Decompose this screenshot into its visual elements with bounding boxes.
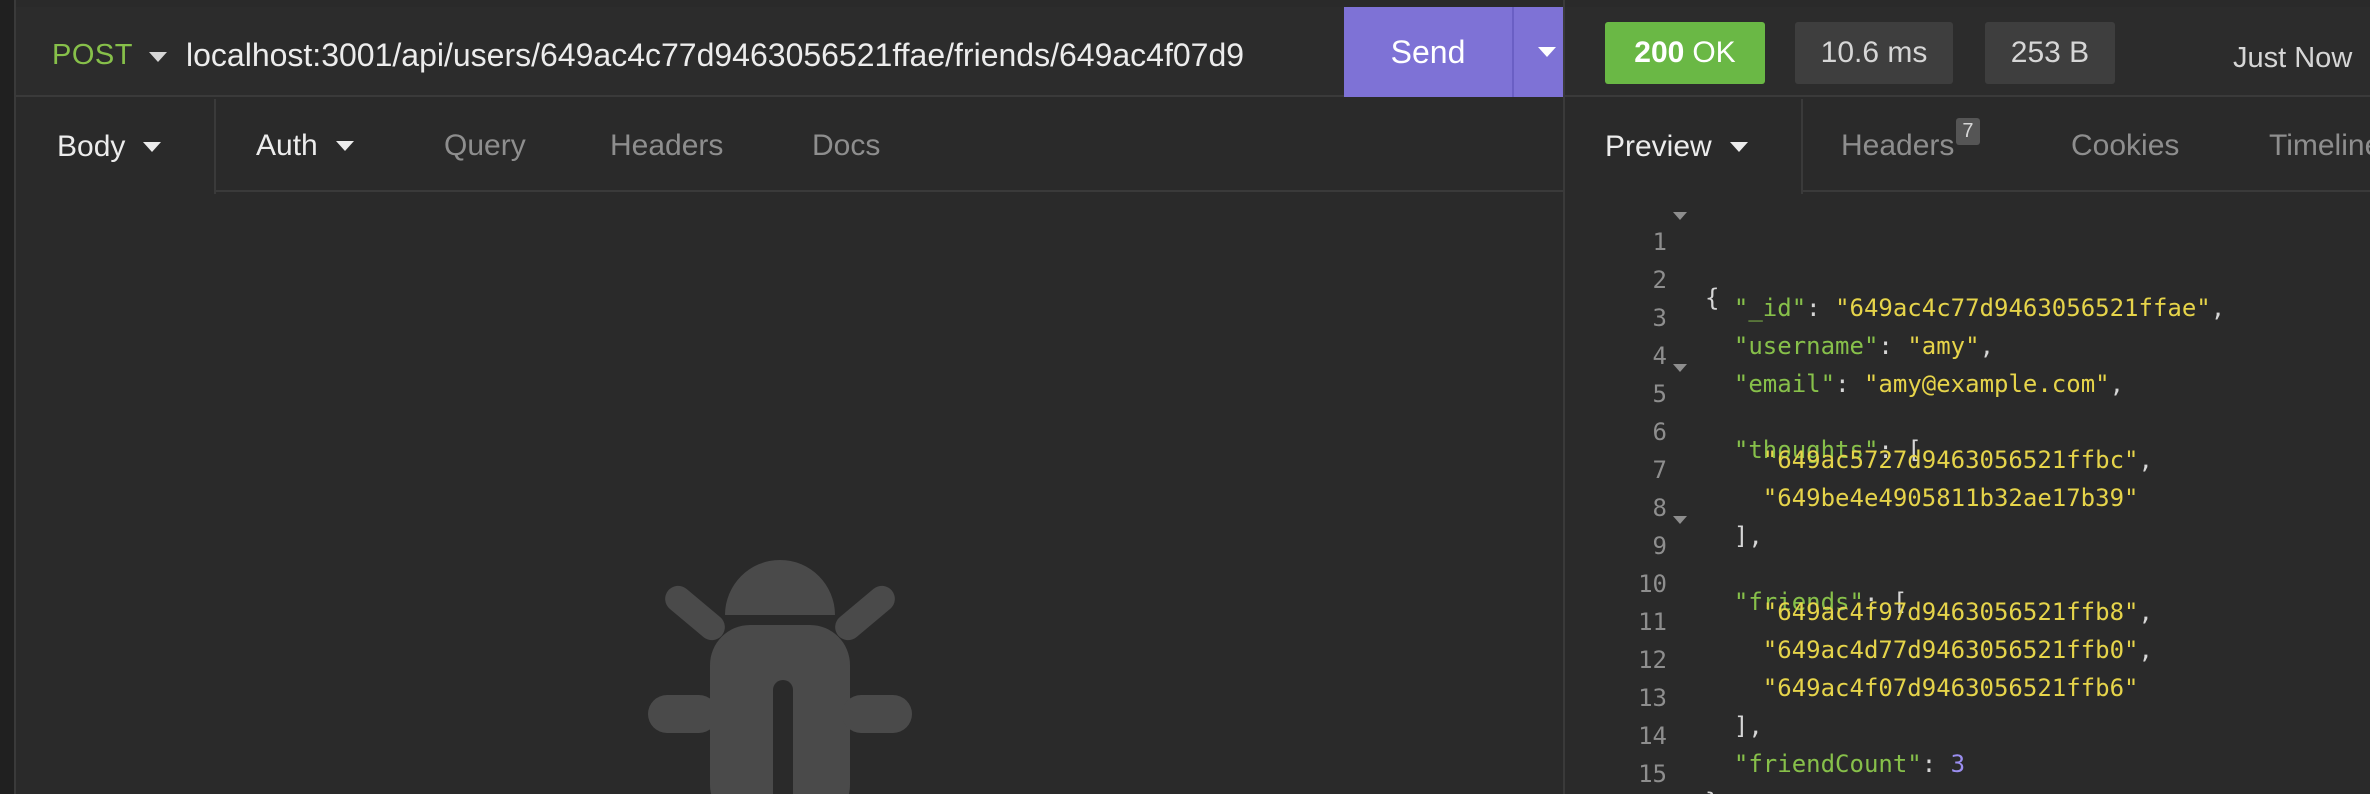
code-line: 8 ],: [1565, 466, 2370, 550]
tab-headers[interactable]: Headers: [610, 99, 723, 192]
code-line: 6 "649ac5727d9463056521ffbc",: [1565, 390, 2370, 474]
tab-cookies[interactable]: Cookies: [2071, 99, 2179, 192]
url-bar: POST localhost:3001/api/users/649ac4c77d…: [16, 7, 1579, 97]
code-line: 12 "649ac4f07d9463056521ffb6": [1565, 618, 2370, 702]
code-line: 5 "thoughts": [: [1565, 352, 2370, 464]
tab-timeline-label: Timeline: [2269, 128, 2370, 162]
tab-docs[interactable]: Docs: [812, 99, 880, 192]
response-time: 10.6 ms: [1820, 36, 1928, 69]
response-history-label[interactable]: Just Now: [2233, 42, 2352, 75]
code-text: }: [1705, 788, 1719, 794]
tab-response-headers-label: Headers: [1841, 128, 1955, 162]
fold-caret-icon[interactable]: [1673, 212, 1687, 220]
bug-icon: [648, 560, 912, 794]
code-line: 7 "649be4e4905811b32ae17b39": [1565, 428, 2370, 512]
method-selector[interactable]: POST: [52, 39, 133, 72]
tab-body-label: Body: [57, 129, 126, 163]
code-line: 15 }: [1565, 732, 2370, 794]
chevron-down-icon: [1729, 141, 1748, 152]
tab-cookies-label: Cookies: [2071, 128, 2180, 162]
tab-headers-label: Headers: [610, 128, 724, 162]
send-button[interactable]: Send: [1344, 7, 1512, 97]
response-size: 253 B: [2010, 36, 2090, 69]
response-size-badge: 253 B: [1985, 22, 2115, 84]
tab-auth-label: Auth: [256, 128, 318, 162]
code-line: 4 "email": "amy@example.com",: [1565, 314, 2370, 398]
response-tabs: Preview Headers 7 Cookies Timeline: [1565, 99, 2370, 194]
code-line: 11 "649ac4d77d9463056521ffb0",: [1565, 580, 2370, 664]
status-badge: 200 OK: [1605, 22, 1765, 84]
status-text: OK: [1692, 36, 1736, 69]
code-line: 13 ],: [1565, 656, 2370, 740]
fold-caret-icon[interactable]: [1673, 516, 1687, 524]
fold-caret-icon[interactable]: [1673, 364, 1687, 372]
line-number: 15: [1638, 760, 1667, 788]
tab-body[interactable]: Body: [16, 99, 216, 194]
method-dropdown-icon[interactable]: [149, 52, 167, 62]
chevron-down-icon: [1537, 47, 1556, 57]
code-line: 14 "friendCount": 3: [1565, 694, 2370, 778]
tab-auth[interactable]: Auth: [256, 99, 354, 192]
tab-response-headers[interactable]: Headers 7: [1841, 99, 1980, 192]
code-line: 1 {: [1565, 200, 2370, 312]
request-pane: POST localhost:3001/api/users/649ac4c77d…: [0, 0, 1579, 794]
tab-preview[interactable]: Preview: [1565, 99, 1803, 194]
code-line: 10 "649ac4f97d9463056521ffb8",: [1565, 542, 2370, 626]
send-button-label: Send: [1390, 33, 1466, 70]
code-line: 2 "_id": "649ac4c77d9463056521ffae",: [1565, 238, 2370, 322]
sidebar-edge: [0, 0, 16, 794]
url-input[interactable]: localhost:3001/api/users/649ac4c77d94630…: [186, 37, 1336, 74]
chevron-down-icon: [335, 140, 354, 151]
chevron-down-icon: [143, 141, 162, 152]
response-time-badge: 10.6 ms: [1795, 22, 1953, 84]
tab-query-label: Query: [444, 128, 526, 162]
tab-timeline[interactable]: Timeline: [2269, 99, 2370, 192]
code-line: 9 "friends": [: [1565, 504, 2370, 616]
response-status-bar: 200 OK 10.6 ms 253 B Just Now: [1565, 7, 2370, 97]
tab-preview-label: Preview: [1605, 129, 1712, 163]
tab-query[interactable]: Query: [444, 99, 526, 192]
code-line: 3 "username": "amy",: [1565, 276, 2370, 360]
request-tabs: Body Auth Query Headers Docs: [16, 99, 1563, 194]
headers-count-badge: 7: [1956, 118, 1980, 145]
response-pane: 200 OK 10.6 ms 253 B Just Now Preview He…: [1563, 0, 2370, 794]
status-code: 200: [1634, 36, 1685, 69]
tab-docs-label: Docs: [812, 128, 881, 162]
